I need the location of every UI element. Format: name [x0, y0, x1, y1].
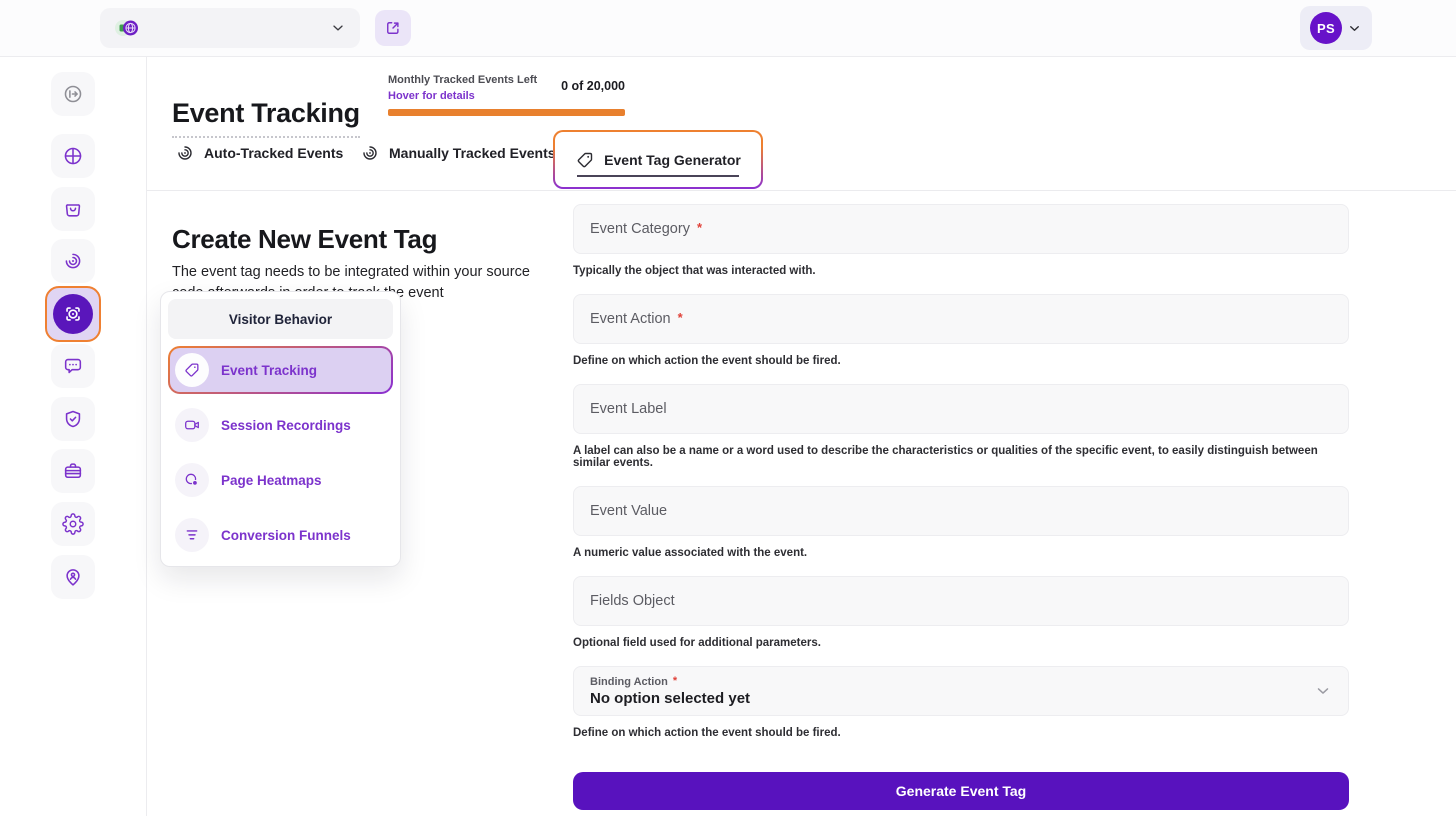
avatar: PS: [1310, 12, 1342, 44]
tag-icon: [175, 353, 209, 387]
sidebar-item-collapse[interactable]: [51, 72, 95, 116]
support-location-icon: [62, 566, 84, 588]
select-value: No option selected yet: [590, 689, 751, 707]
collapse-sidebar-icon: [62, 83, 84, 105]
tab-label: Auto-Tracked Events: [204, 145, 344, 161]
website-favicon-icon: [114, 18, 140, 38]
ecommerce-bag-icon: [62, 198, 84, 220]
sidebar-item-privacy[interactable]: [51, 397, 95, 441]
active-tab-underline: [577, 175, 739, 177]
sidebar-item-ecommerce[interactable]: [51, 187, 95, 231]
generate-event-tag-button[interactable]: Generate Event Tag: [573, 772, 1349, 810]
event-label-input[interactable]: Event Label: [573, 384, 1349, 434]
events-quota: Monthly Tracked Events Left Hover for de…: [388, 74, 625, 116]
events-progress-fill: [388, 109, 625, 116]
user-menu[interactable]: PS: [1300, 6, 1372, 50]
fields-object-input[interactable]: Fields Object: [573, 576, 1349, 626]
visitor-behavior-menu: Visitor Behavior Event Tracking Session …: [160, 291, 401, 567]
tab-manually-tracked-events[interactable]: Manually Tracked Events: [360, 143, 556, 163]
sidebar-item-settings[interactable]: [51, 502, 95, 546]
field-helper: Optional field used for additional param…: [573, 637, 821, 649]
menu-item-conversion-funnels[interactable]: Conversion Funnels: [168, 511, 393, 559]
menu-header: Visitor Behavior: [168, 299, 393, 339]
sidebar: [0, 57, 147, 816]
sidebar-item-feedback[interactable]: [51, 344, 95, 388]
radar-icon: [360, 143, 380, 163]
menu-item-label: Page Heatmaps: [221, 472, 322, 488]
select-label: Binding Action: [590, 675, 668, 688]
sidebar-item-visitors[interactable]: [51, 239, 95, 283]
topbar: PS: [0, 0, 1456, 57]
field-helper: Define on which action the event should …: [573, 727, 841, 739]
input-label: Event Action: [590, 311, 671, 327]
settings-gear-icon: [62, 513, 84, 535]
funnel-icon: [175, 518, 209, 552]
dashboard-pie-icon: [62, 145, 84, 167]
tabs-divider: [147, 190, 1456, 191]
video-camera-icon: [175, 408, 209, 442]
field-helper: Define on which action the event should …: [573, 355, 841, 367]
required-asterisk: *: [677, 309, 683, 325]
menu-item-page-heatmaps[interactable]: Page Heatmaps: [168, 456, 393, 504]
event-action-input[interactable]: Event Action *: [573, 294, 1349, 344]
tag-icon: [575, 150, 595, 170]
required-asterisk: *: [696, 219, 703, 235]
chevron-down-icon: [1347, 21, 1362, 36]
field-helper: A numeric value associated with the even…: [573, 547, 808, 559]
field-binding-action: Binding Action * No option selected yet …: [573, 666, 1349, 739]
sidebar-item-company[interactable]: [51, 449, 95, 493]
events-left-label: Monthly Tracked Events Left: [388, 74, 538, 86]
page-title: Event Tracking: [172, 98, 360, 139]
section-title: Create New Event Tag: [172, 223, 438, 254]
hover-for-details-link[interactable]: Hover for details: [388, 90, 537, 102]
chevron-down-icon: [330, 20, 346, 36]
external-link-icon: [384, 19, 402, 37]
required-asterisk: *: [672, 674, 678, 687]
feedback-chat-icon: [62, 355, 84, 377]
tab-event-tag-generator[interactable]: Event Tag Generator: [553, 130, 763, 189]
field-helper: A label can also be a name or a word use…: [573, 445, 1318, 469]
sidebar-item-event-tracking[interactable]: [45, 286, 101, 342]
field-event-category: Event Category * Typically the object th…: [573, 204, 1349, 277]
menu-item-label: Conversion Funnels: [221, 527, 351, 543]
event-category-input[interactable]: Event Category *: [573, 204, 1349, 254]
input-label: Event Value: [590, 503, 668, 519]
website-selector[interactable]: [100, 8, 360, 48]
chevron-down-icon: [1314, 682, 1332, 700]
input-label: Event Category: [590, 221, 690, 237]
tab-label: Manually Tracked Events: [389, 145, 556, 161]
sidebar-item-support[interactable]: [51, 555, 95, 599]
event-tracking-target-icon: [53, 294, 93, 334]
field-event-value: Event Value A numeric value associated w…: [573, 486, 1349, 559]
heatmap-icon: [175, 463, 209, 497]
field-helper: Typically the object that was interacted…: [573, 265, 816, 277]
company-briefcase-icon: [62, 460, 84, 482]
event-value-input[interactable]: Event Value: [573, 486, 1349, 536]
privacy-shield-icon: [62, 408, 84, 430]
field-event-action: Event Action * Define on which action th…: [573, 294, 1349, 367]
tab-label: Event Tag Generator: [604, 151, 741, 168]
tab-auto-tracked-events[interactable]: Auto-Tracked Events: [175, 143, 343, 163]
input-label: Fields Object: [590, 593, 675, 609]
open-website-button[interactable]: [375, 10, 411, 46]
radar-icon: [175, 143, 195, 163]
events-progress-bar: [388, 109, 625, 116]
event-tag-form: Event Category * Typically the object th…: [573, 204, 1349, 810]
menu-item-label: Event Tracking: [221, 362, 318, 378]
binding-action-select[interactable]: Binding Action * No option selected yet: [573, 666, 1349, 716]
sidebar-item-dashboard[interactable]: [51, 134, 95, 178]
input-label: Event Label: [590, 401, 667, 417]
events-count: 0 of 20,000: [561, 79, 625, 93]
menu-item-session-recordings[interactable]: Session Recordings: [168, 401, 393, 449]
visitors-radar-icon: [62, 250, 84, 272]
menu-item-event-tracking[interactable]: Event Tracking: [168, 346, 393, 394]
field-event-label: Event Label A label can also be a name o…: [573, 384, 1349, 469]
field-fields-object: Fields Object Optional field used for ad…: [573, 576, 1349, 649]
menu-item-label: Session Recordings: [221, 417, 351, 433]
